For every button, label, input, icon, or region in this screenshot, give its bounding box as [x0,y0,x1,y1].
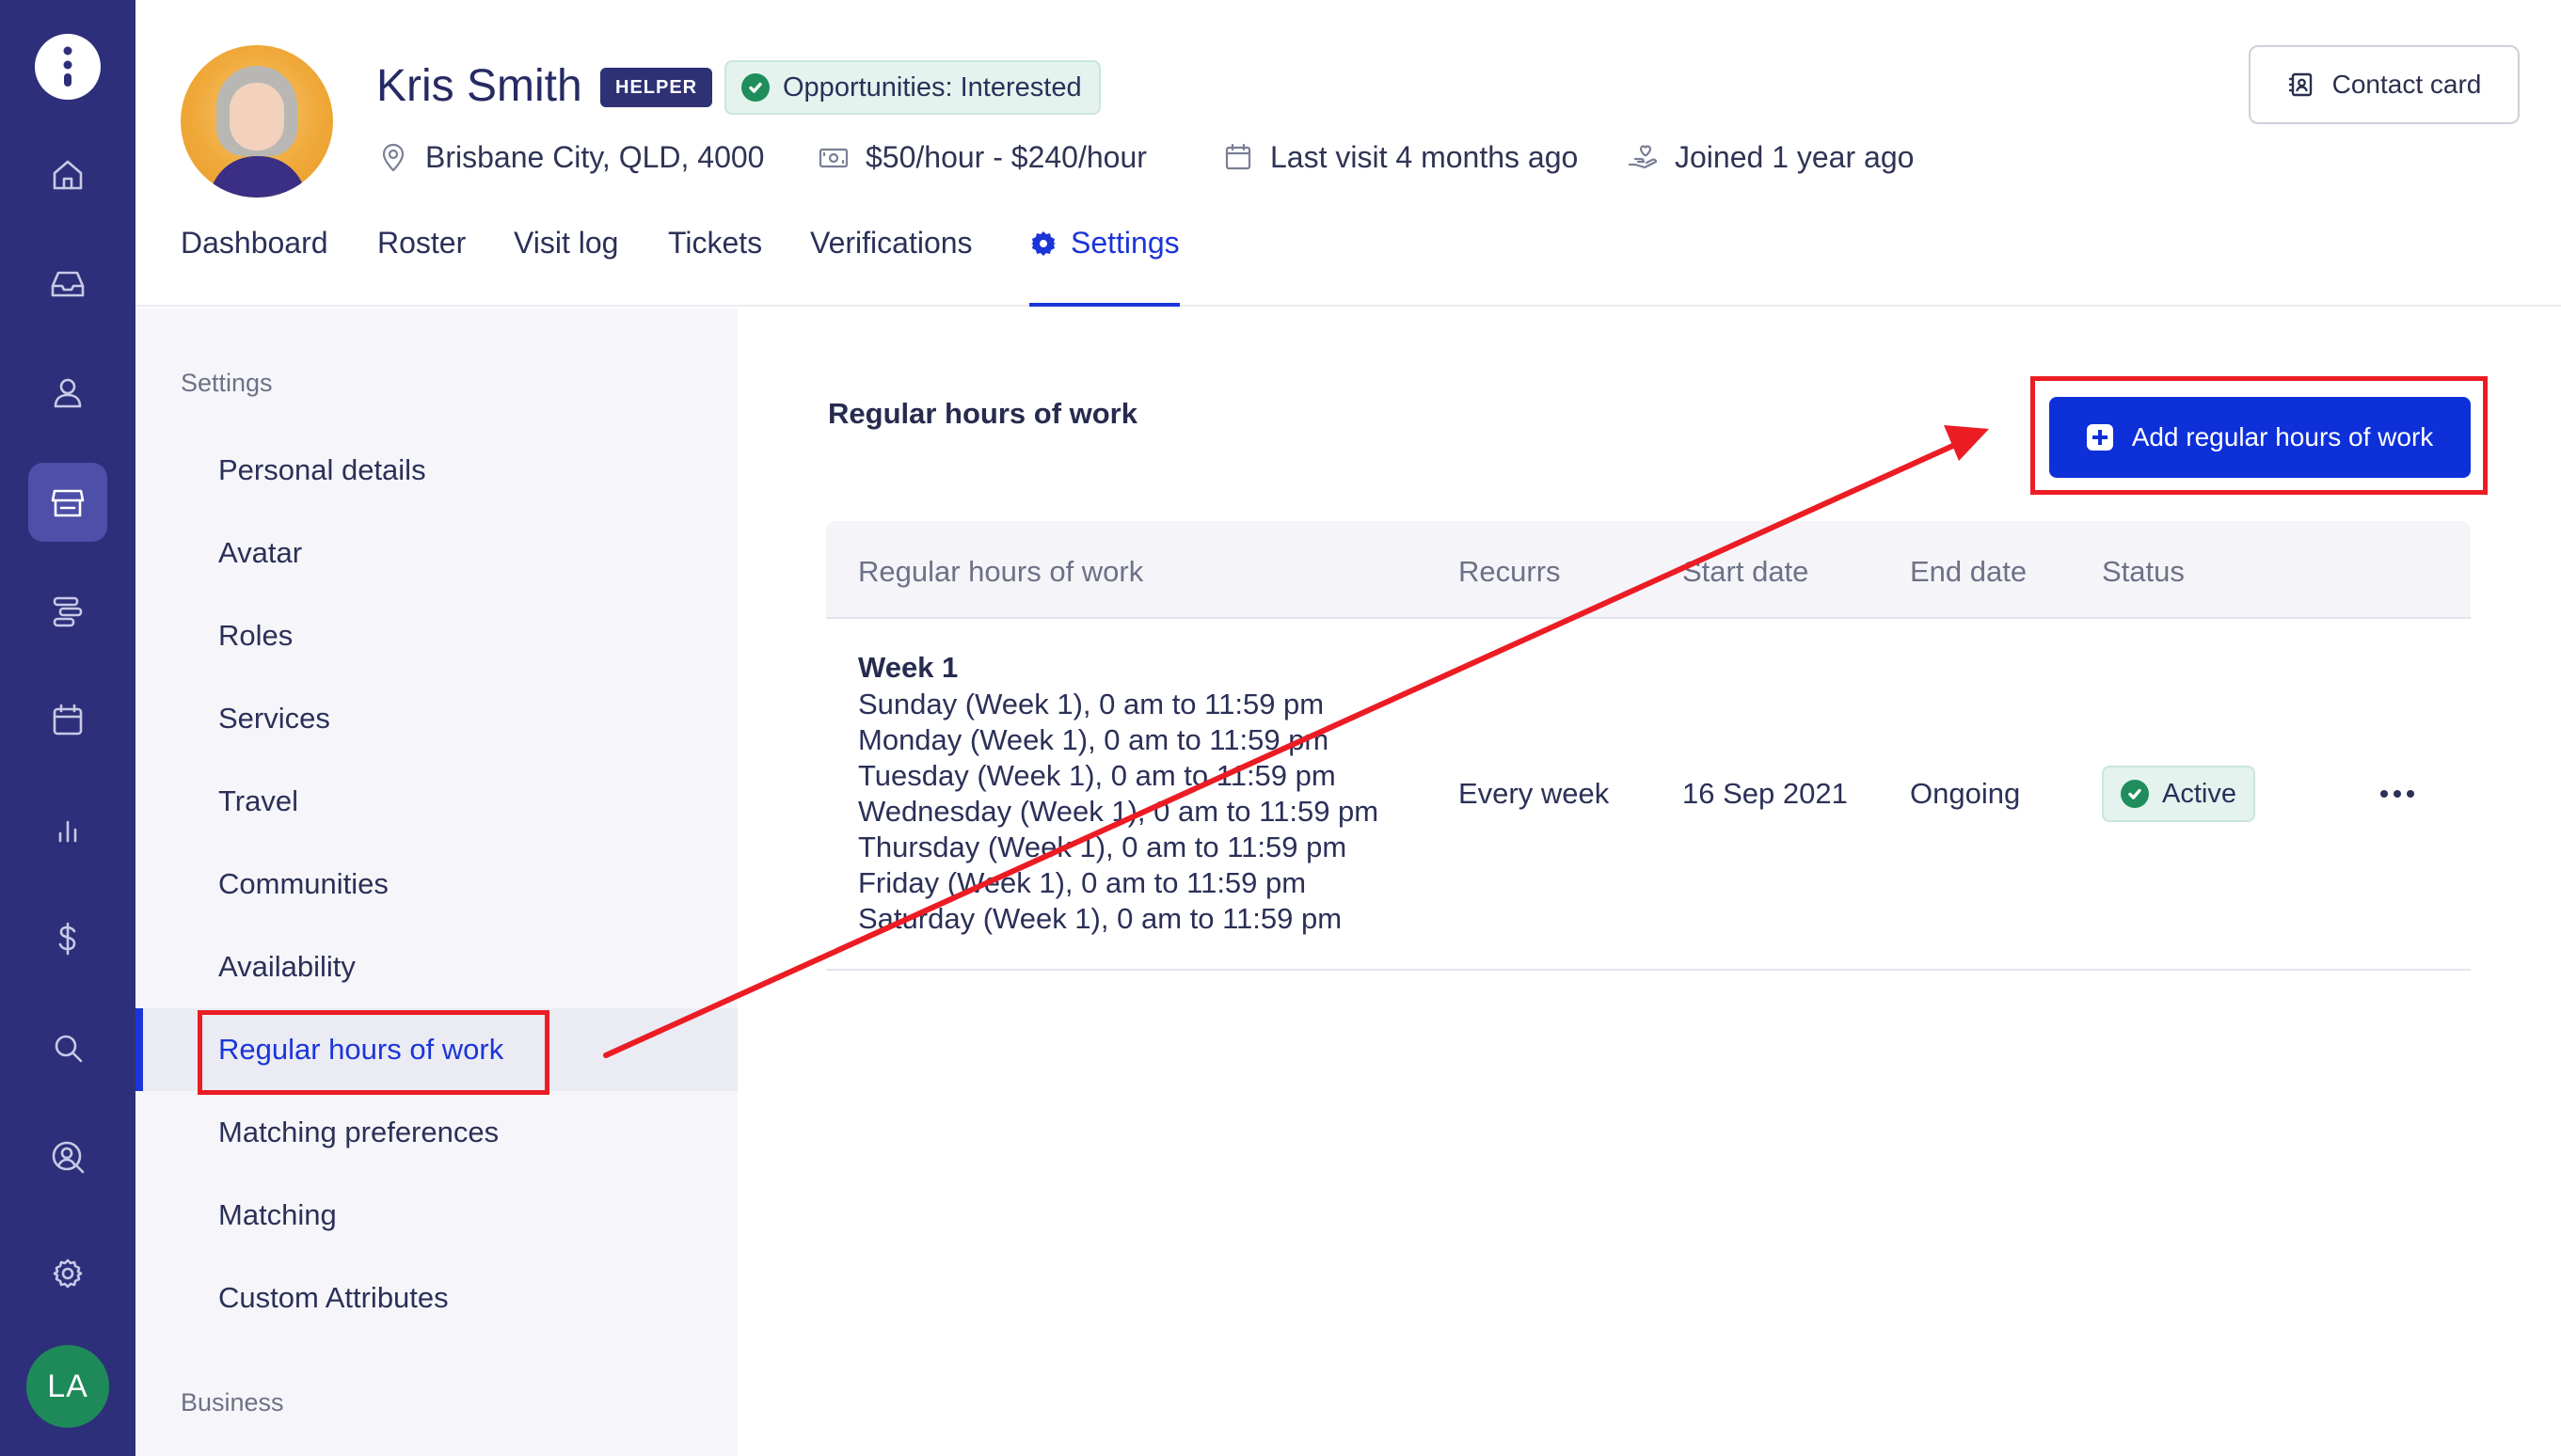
table-header: Regular hours of work Recurrs Start date… [826,521,2471,619]
day-line: Sunday (Week 1), 0 am to 11:59 pm [858,688,1325,720]
tab-settings-label: Settings [1071,226,1180,260]
column-header-start-date[interactable]: Start date [1682,555,1808,589]
user-avatar[interactable]: LA [26,1345,109,1428]
opportunities-label: Opportunities: Interested [783,71,1082,103]
profile-header: Kris Smith HELPER Opportunities: Interes… [135,0,2561,307]
tab-tickets[interactable]: Tickets [668,226,762,307]
more-dot [2380,790,2388,798]
home-icon[interactable] [0,135,135,214]
hand-heart-icon [1628,145,1658,169]
column-header-recurrs[interactable]: Recurrs [1458,555,1561,589]
profile-name: Kris Smith [376,61,582,111]
tab-verifications[interactable]: Verifications [810,226,973,307]
column-header-hours[interactable]: Regular hours of work [858,555,1143,589]
billing-icon[interactable] [0,899,135,978]
last-visit-meta: Last visit 4 months ago [1221,135,1578,179]
joined-meta: Joined 1 year ago [1626,135,1914,179]
reports-icon[interactable] [0,790,135,869]
check-circle-icon [2121,780,2149,808]
check-circle-icon [741,73,770,102]
logo-icon[interactable] [35,34,101,100]
start-date-cell: 16 Sep 2021 [1682,777,1848,810]
profile-avatar [181,45,333,198]
annotation-highlight-sidebar [198,1010,549,1095]
user-search-icon[interactable] [0,1117,135,1196]
recurrs-cell: Every week [1458,777,1610,810]
tab-visit-log[interactable]: Visit log [514,226,618,307]
status-label: Active [2162,778,2236,809]
day-line: Friday (Week 1), 0 am to 11:59 pm [858,866,1307,899]
row-more-options-button[interactable] [2365,775,2429,813]
end-date-cell: Ongoing [1910,777,2021,810]
calendar-icon[interactable] [0,681,135,760]
tab-settings[interactable]: Settings [1029,226,1180,307]
main-nav-rail: LA [0,0,135,1456]
tab-roster[interactable]: Roster [377,226,466,307]
settings-sidebar: Settings Personal details Avatar Roles S… [135,309,738,1456]
gear-icon[interactable] [0,1234,135,1313]
sidebar-item-roles[interactable]: Roles [135,594,738,677]
rate-text: $50/hour - $240/hour [866,139,1147,174]
sidebar-item-availability[interactable]: Availability [135,926,738,1008]
joined-text: Joined 1 year ago [1675,139,1915,174]
search-icon[interactable] [0,1008,135,1087]
sidebar-item-avatar[interactable]: Avatar [135,512,738,594]
week-title: Week 1 [858,651,959,684]
status-badge: Active [2102,766,2255,822]
sidebar-item-services[interactable]: Services [135,677,738,760]
column-header-end-date[interactable]: End date [1910,555,2027,589]
column-header-status[interactable]: Status [2102,555,2185,589]
calendar-small-icon [1225,143,1251,170]
sidebar-item-communities[interactable]: Communities [135,843,738,926]
annotation-highlight-add-button [2030,376,2488,495]
sidebar-item-travel[interactable]: Travel [135,760,738,843]
opportunities-badge: Opportunities: Interested [724,60,1101,115]
sidebar-item-matching[interactable]: Matching [135,1174,738,1257]
tab-dashboard[interactable]: Dashboard [181,226,328,307]
contact-card-icon [2288,72,2312,97]
day-list: Sunday (Week 1), 0 am to 11:59 pm Monday… [858,687,1378,937]
table-row: Week 1 Sunday (Week 1), 0 am to 11:59 pm… [826,619,2471,971]
person-icon[interactable] [0,354,135,433]
store-icon[interactable] [0,463,135,542]
location-text: Brisbane City, QLD, 4000 [425,139,765,174]
last-visit-text: Last visit 4 months ago [1270,139,1579,174]
sidebar-item-custom-attributes[interactable]: Custom Attributes [135,1257,738,1339]
settings-heading: Settings [181,369,273,397]
role-badge: HELPER [600,68,713,107]
contact-card-button[interactable]: Contact card [2249,45,2520,124]
more-dot [2394,790,2401,798]
cash-icon [819,148,849,168]
more-dot [2407,790,2414,798]
section-title: Regular hours of work [828,397,1137,430]
day-line: Tuesday (Week 1), 0 am to 11:59 pm [858,759,1336,792]
day-line: Monday (Week 1), 0 am to 11:59 pm [858,723,1329,756]
business-heading: Business [181,1388,284,1416]
inbox-icon[interactable] [0,245,135,324]
roster-icon[interactable] [0,572,135,651]
day-line: Saturday (Week 1), 0 am to 11:59 pm [858,902,1343,935]
sidebar-item-matching-preferences[interactable]: Matching preferences [135,1091,738,1174]
day-line: Thursday (Week 1), 0 am to 11:59 pm [858,831,1347,863]
location-meta: Brisbane City, QLD, 4000 [376,135,764,179]
rate-meta: $50/hour - $240/hour [817,135,1147,179]
gear-icon [1031,231,1056,256]
sidebar-item-personal-details[interactable]: Personal details [135,429,738,512]
contact-card-label: Contact card [2331,70,2482,99]
location-pin-icon [382,143,405,172]
day-line: Wednesday (Week 1), 0 am to 11:59 pm [858,795,1379,828]
